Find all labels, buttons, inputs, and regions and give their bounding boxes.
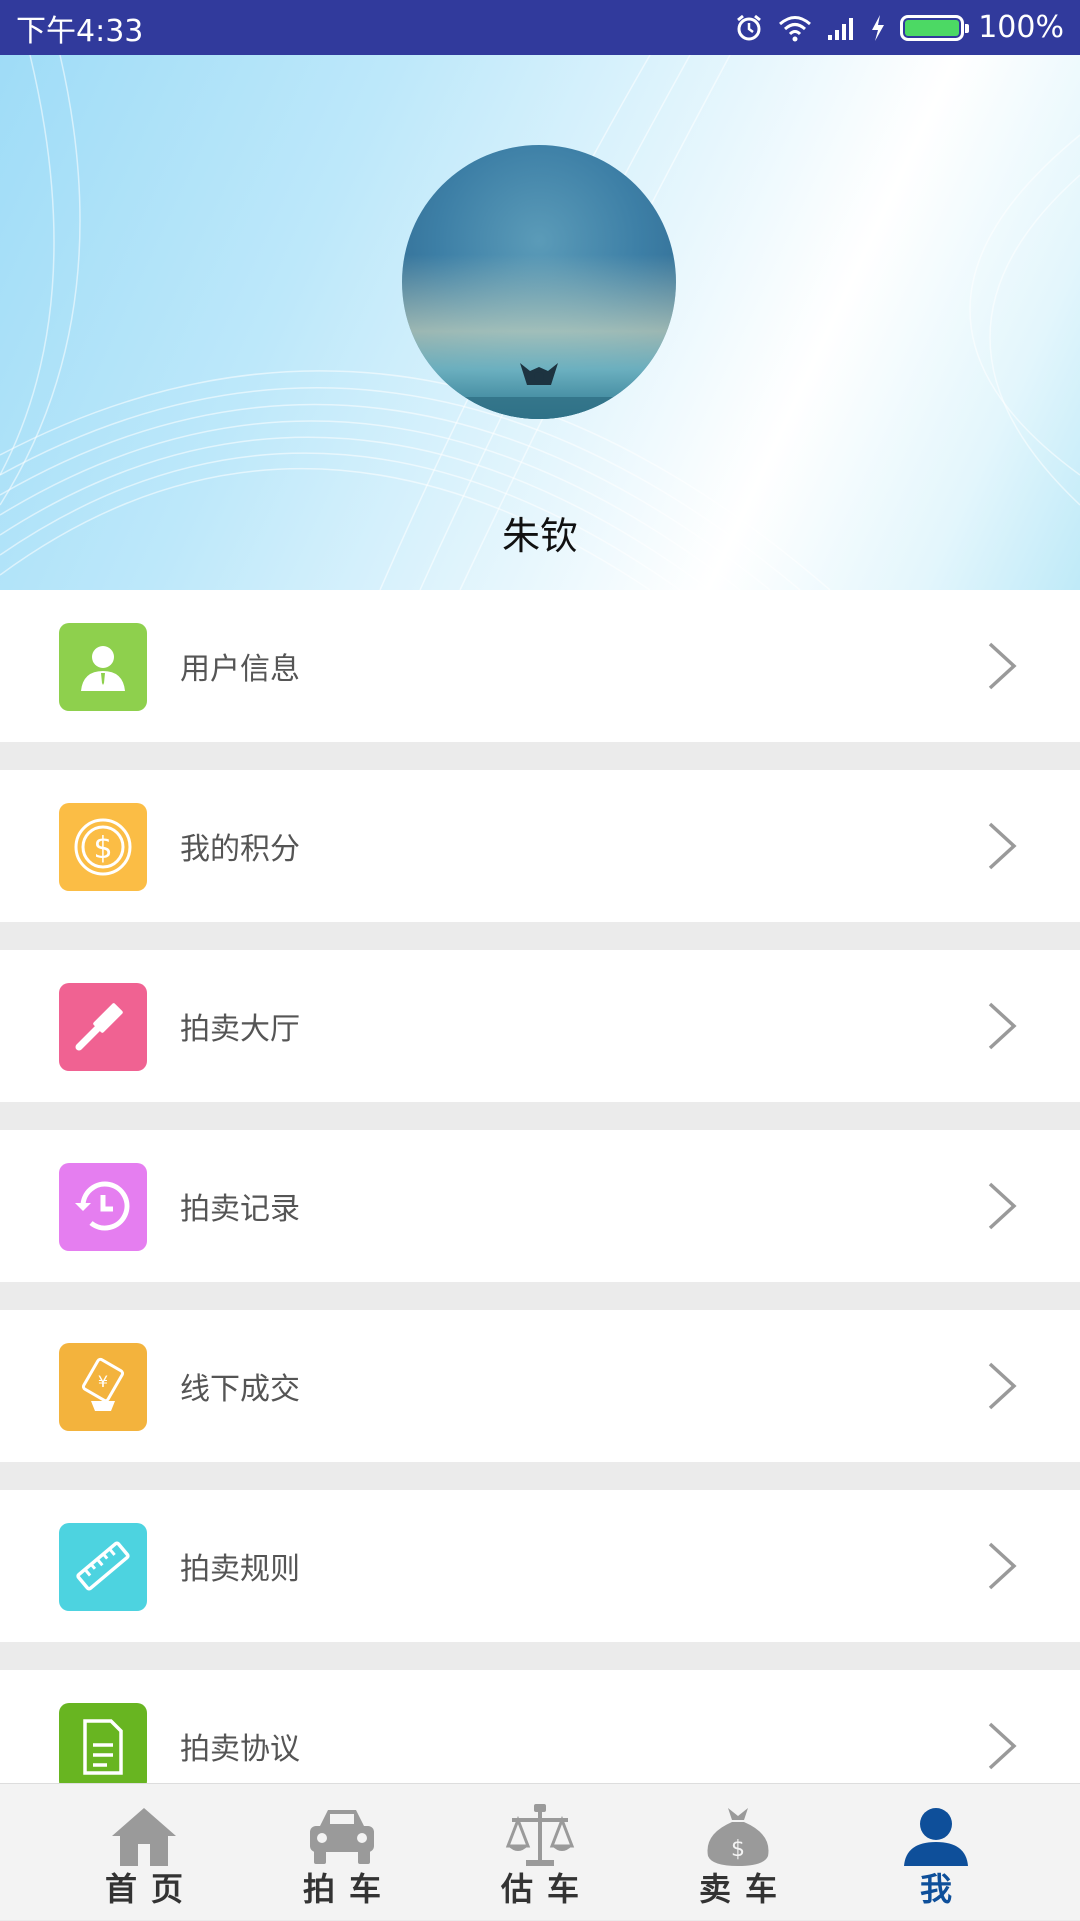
nav-item-sell-car[interactable]: $ 卖车	[639, 1784, 837, 1921]
chevron-right-icon	[986, 640, 1018, 696]
alarm-icon	[734, 13, 764, 43]
menu-label: 拍卖记录	[180, 1192, 300, 1227]
nav-label: 卖车	[698, 1870, 791, 1908]
money-bag-icon: $	[702, 1796, 774, 1868]
avatar[interactable]	[402, 145, 676, 419]
chevron-right-icon	[986, 1360, 1018, 1416]
menu-label: 我的积分	[180, 832, 300, 867]
nav-label: 首页	[104, 1870, 197, 1908]
history-clock-icon	[59, 1163, 147, 1251]
nav-item-me[interactable]: 我	[837, 1784, 1035, 1921]
home-icon	[108, 1796, 180, 1868]
chevron-right-icon	[986, 1000, 1018, 1056]
svg-text:$: $	[93, 831, 112, 866]
menu-label: 用户信息	[180, 652, 300, 687]
battery-percent: 100%	[978, 10, 1064, 45]
menu-item-auction-hall[interactable]: 拍卖大厅	[0, 950, 1080, 1102]
nav-item-home[interactable]: 首页	[45, 1784, 243, 1921]
person-icon	[900, 1796, 972, 1868]
svg-text:¥: ¥	[98, 1372, 108, 1391]
menu-item-my-points[interactable]: $ 我的积分	[0, 770, 1080, 922]
nav-item-auction-car[interactable]: 拍车	[243, 1784, 441, 1921]
menu-item-offline-deal[interactable]: ¥ 线下成交	[0, 1310, 1080, 1462]
coin-icon: $	[59, 803, 147, 891]
ruler-icon	[59, 1523, 147, 1611]
user-info-icon	[59, 623, 147, 711]
bottom-nav: 首页 拍车 估车 $ 卖车 我	[0, 1783, 1080, 1920]
chevron-right-icon	[986, 820, 1018, 876]
charging-icon	[870, 14, 886, 42]
svg-text:$: $	[731, 1837, 745, 1862]
menu-label: 拍卖大厅	[180, 1012, 300, 1047]
nav-label: 我	[919, 1870, 966, 1908]
gavel-icon	[59, 983, 147, 1071]
status-icons: 100%	[734, 10, 1064, 45]
status-bar: 下午4:33 100%	[0, 0, 1080, 55]
battery-icon	[900, 14, 970, 41]
scale-icon	[504, 1796, 576, 1868]
menu-item-auction-records[interactable]: 拍卖记录	[0, 1130, 1080, 1282]
document-icon	[59, 1703, 147, 1791]
menu-label: 线下成交	[180, 1372, 300, 1407]
nav-label: 估车	[500, 1870, 593, 1908]
status-time: 下午4:33	[16, 13, 144, 49]
profile-menu: 用户信息 $ 我的积分 拍卖大厅 拍卖记录 ¥ 线下成交 拍卖规则 拍卖协议	[0, 590, 1080, 1850]
menu-item-auction-rules[interactable]: 拍卖规则	[0, 1490, 1080, 1642]
menu-item-user-info[interactable]: 用户信息	[0, 590, 1080, 742]
deal-ticket-icon: ¥	[59, 1343, 147, 1431]
profile-header: 朱钦	[0, 55, 1080, 590]
chevron-right-icon	[986, 1540, 1018, 1596]
wifi-icon	[778, 14, 812, 42]
chevron-right-icon	[986, 1720, 1018, 1776]
user-name: 朱钦	[501, 514, 578, 558]
car-icon	[306, 1796, 378, 1868]
signal-icon	[826, 15, 856, 41]
chevron-right-icon	[986, 1180, 1018, 1236]
menu-label: 拍卖规则	[180, 1552, 300, 1587]
nav-label: 拍车	[302, 1870, 395, 1908]
nav-item-estimate-car[interactable]: 估车	[441, 1784, 639, 1921]
